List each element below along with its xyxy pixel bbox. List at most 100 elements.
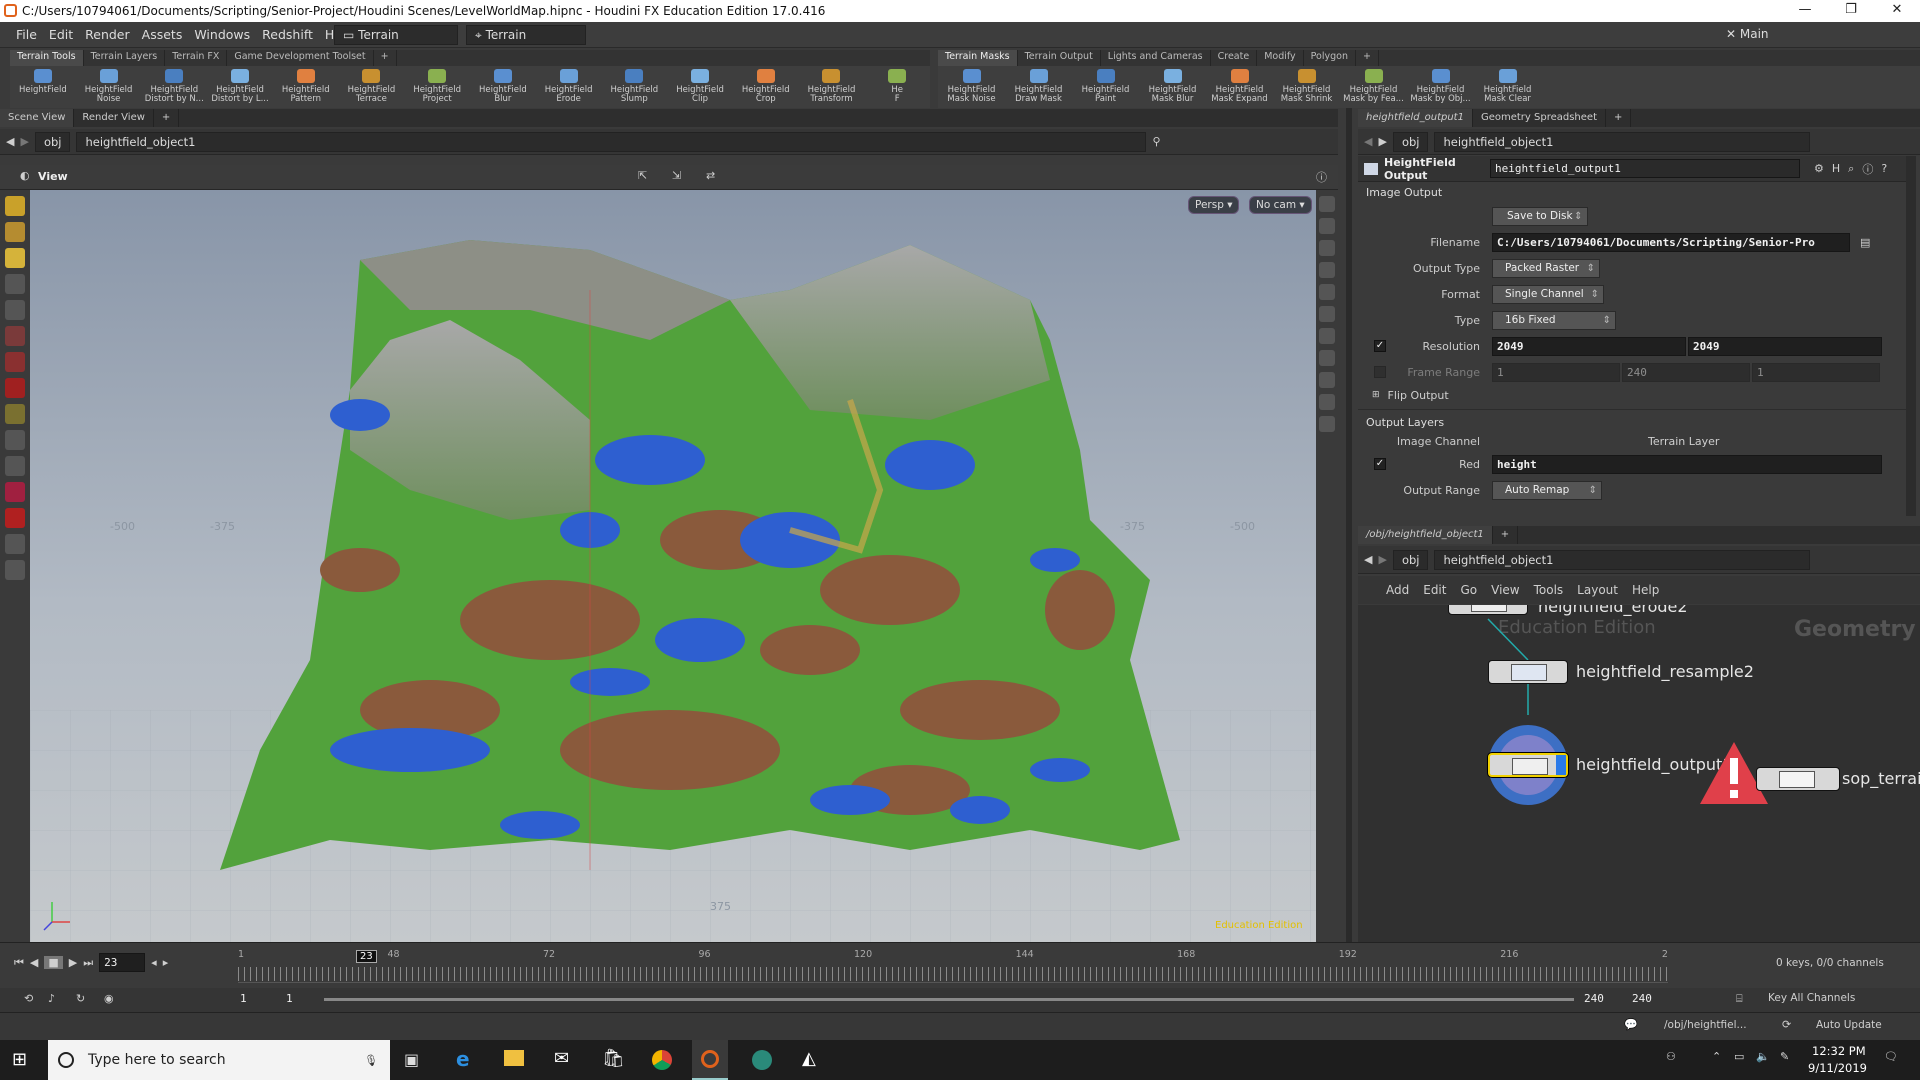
lighting-icon[interactable] <box>1319 284 1335 300</box>
shelf-left-tool[interactable]: He F <box>864 66 930 108</box>
shelf-left-tool[interactable]: HeightField Crop <box>733 66 799 108</box>
houdini-taskbar-icon[interactable] <box>692 1040 728 1080</box>
minimize-button[interactable]: — <box>1782 0 1828 22</box>
hscript-icon[interactable]: H <box>1832 162 1840 175</box>
camera-snap-icon[interactable] <box>5 534 25 554</box>
shelf-tab-lights-cameras[interactable]: Lights and Cameras <box>1101 50 1211 66</box>
shelf-left-tool[interactable]: HeightField Noise <box>76 66 142 108</box>
taskbar-search[interactable]: Type here to search 🎙 <box>48 1040 390 1080</box>
lock-tool-icon[interactable] <box>5 300 25 320</box>
range-slider[interactable] <box>324 998 1574 1001</box>
play-icon[interactable]: ▶ <box>69 956 77 969</box>
grid-snap-icon[interactable] <box>5 430 25 450</box>
frame-end-field[interactable]: 240 <box>1622 362 1750 382</box>
prev-key-icon[interactable]: ◂ <box>151 956 157 969</box>
node-sop-terrain[interactable] <box>1756 767 1840 791</box>
shelf-left-tool[interactable]: HeightField Clip <box>667 66 733 108</box>
magnet-snap-icon[interactable] <box>5 508 25 528</box>
file-chooser-icon[interactable]: ▤ <box>1860 236 1870 249</box>
net-menu-help[interactable]: Help <box>1632 583 1659 597</box>
points-icon[interactable] <box>1319 372 1335 388</box>
add-pane-tab-icon[interactable]: + <box>1606 109 1632 127</box>
back-arrow-icon[interactable]: ◀ <box>1364 553 1372 566</box>
output-type-menu[interactable]: Packed Raster <box>1492 258 1600 278</box>
pen-icon[interactable]: ✎ <box>1780 1050 1789 1063</box>
info-icon[interactable]: ⓘ <box>1862 161 1873 177</box>
path-node[interactable]: heightfield_object1 <box>76 131 1147 152</box>
forward-arrow-icon[interactable]: ▶ <box>20 135 28 148</box>
visibility-icon[interactable] <box>1319 262 1335 278</box>
camera-menu[interactable]: No cam ▾ <box>1249 196 1312 214</box>
light-bulb-icon[interactable] <box>1319 306 1335 322</box>
shelf-right-tool[interactable]: HeightField Mask Expand <box>1206 66 1273 108</box>
menu-edit[interactable]: Edit <box>43 27 79 42</box>
background-icon[interactable] <box>1319 416 1335 432</box>
step-back-icon[interactable]: ◀ <box>30 956 38 969</box>
app-icon-green[interactable] <box>752 1050 772 1070</box>
select-groups-icon[interactable]: ⇄ <box>706 169 715 182</box>
display-options-icon[interactable] <box>1319 196 1335 212</box>
node-heightfield-output1[interactable] <box>1488 753 1568 777</box>
shading-icon[interactable] <box>1319 218 1335 234</box>
playback-start-field[interactable]: 1 <box>282 990 324 1009</box>
shelf-tab-terrain-masks[interactable]: Terrain Masks <box>938 50 1018 66</box>
tab-render-view[interactable]: Render View <box>74 109 154 127</box>
mail-icon[interactable]: ✉ <box>554 1048 569 1069</box>
move-tool-icon[interactable] <box>5 222 25 242</box>
key-all-button[interactable]: Key All Channels <box>1768 992 1855 1004</box>
status-path[interactable]: /obj/heightfiel... <box>1664 1019 1747 1031</box>
node-heightfield-erode2[interactable] <box>1448 605 1528 615</box>
sim-icon[interactable]: ◉ <box>104 992 114 1005</box>
back-arrow-icon[interactable]: ◀ <box>1364 135 1372 148</box>
store-icon[interactable]: 🛍 <box>602 1048 625 1069</box>
add-shelf-tab-icon[interactable]: + <box>1356 50 1379 66</box>
frame-inc-field[interactable]: 1 <box>1752 362 1880 382</box>
flip-output-label[interactable]: Flip Output <box>1388 389 1449 402</box>
shelf-tab-modify[interactable]: Modify <box>1257 50 1304 66</box>
range-start-field[interactable]: 1 <box>236 990 278 1009</box>
tray-chevron-icon[interactable]: ⌃ <box>1712 1050 1721 1063</box>
context-dropdown[interactable]: ⌖ Terrain <box>466 25 586 45</box>
refresh-icon[interactable]: ⟳ <box>1782 1018 1791 1031</box>
microphone-icon[interactable]: 🎙 <box>364 1054 378 1067</box>
stop-icon[interactable]: ■ <box>44 956 63 969</box>
menu-redshift[interactable]: Redshift <box>256 27 319 42</box>
save-to-disk-button[interactable]: Save to Disk <box>1492 206 1588 226</box>
secure-selection-icon[interactable]: ⇲ <box>672 169 681 182</box>
shelf-right-tool[interactable]: HeightField Mask Shrink <box>1273 66 1340 108</box>
pointer-tool-icon[interactable] <box>5 274 25 294</box>
network-path-node[interactable]: heightfield_object1 <box>1434 549 1811 570</box>
network-icon[interactable]: ▭ <box>1734 1050 1744 1063</box>
audio-icon[interactable]: ♪ <box>48 992 55 1005</box>
net-menu-tools[interactable]: Tools <box>1534 583 1564 597</box>
tab-geometry-spreadsheet[interactable]: Geometry Spreadsheet <box>1473 109 1606 127</box>
network-editor[interactable]: Education Edition Geometry heightfield_e… <box>1358 605 1920 942</box>
chrome-icon[interactable] <box>652 1050 672 1070</box>
tab-heightfield-output1[interactable]: heightfield_output1 <box>1358 109 1473 127</box>
pin-icon[interactable]: ⚲ <box>1152 135 1160 148</box>
shelf-left-tool[interactable]: HeightField Transform <box>799 66 865 108</box>
playback-end-field[interactable]: 240 <box>1580 990 1622 1009</box>
chat-icon[interactable]: 💬 <box>1624 1018 1638 1031</box>
flip-output-expand-icon[interactable]: ⊞ <box>1372 390 1380 400</box>
playhead-marker[interactable]: 23 <box>356 950 377 963</box>
shelf-left-tool[interactable]: HeightField Terrace <box>339 66 405 108</box>
jump-end-icon[interactable]: ⏭ <box>83 956 93 970</box>
resolution-y-field[interactable]: 2049 <box>1688 336 1882 356</box>
realtime-icon[interactable]: ⟲ <box>24 992 33 1005</box>
format-menu[interactable]: Single Channel <box>1492 284 1604 304</box>
shelf-left-tool[interactable]: HeightField Distort by L... <box>207 66 273 108</box>
restore-button[interactable]: ❐ <box>1828 0 1874 22</box>
handle-snap-icon[interactable] <box>5 482 25 502</box>
forward-arrow-icon[interactable]: ▶ <box>1378 135 1386 148</box>
timeline-track[interactable]: 1 48 72 96 120 144 168 192 216 2 23 <box>238 949 1668 983</box>
reference-icon[interactable] <box>5 560 25 580</box>
net-menu-layout[interactable]: Layout <box>1577 583 1618 597</box>
rotate-tool-icon[interactable] <box>5 248 25 268</box>
brush-tool-icon[interactable] <box>5 326 25 346</box>
output-range-menu[interactable]: Auto Remap <box>1492 480 1602 500</box>
shelf-right-tool[interactable]: HeightField Mask Blur <box>1139 66 1206 108</box>
loop-snap-icon[interactable] <box>5 456 25 476</box>
add-pane-tab-icon[interactable]: + <box>154 109 180 127</box>
frame-range-checkbox[interactable] <box>1374 366 1386 378</box>
